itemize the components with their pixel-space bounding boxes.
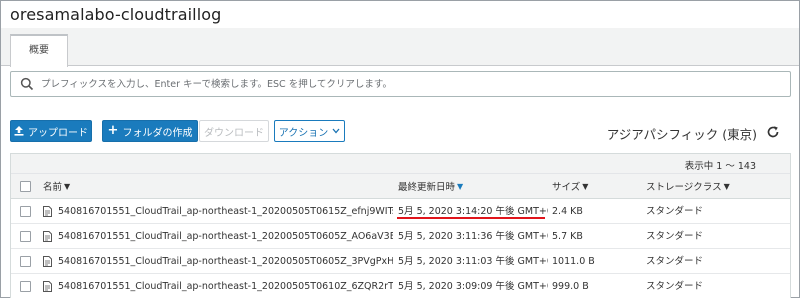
object-name: 540816701551_CloudTrail_ap-northeast-1_2… xyxy=(58,206,393,217)
column-header-last-modified[interactable]: 最終更新日時 ▼ xyxy=(398,174,548,199)
object-list: 表示中 1 〜 143 名前 ▼ 最終更新日時 ▼ サイズ ▼ ストレージクラス ▼ 5… xyxy=(10,153,791,298)
column-header-name-label: 名前 xyxy=(43,182,63,193)
storage-class-cell: スタンダード xyxy=(646,256,704,267)
actions-dropdown-label: アクション xyxy=(278,127,329,139)
upload-button-label: アップロード xyxy=(28,127,88,139)
object-name: 540816701551_CloudTrail_ap-northeast-1_2… xyxy=(58,231,393,242)
sort-arrow-active-icon: ▼ xyxy=(457,182,464,191)
storage-class-cell: スタンダード xyxy=(646,206,704,217)
region-label: アジアパシフィック (東京) xyxy=(606,127,757,142)
last-modified-cell: 5月 5, 2020 3:09:09 午後 GMT+0900 xyxy=(398,281,548,292)
highlight-underline xyxy=(397,217,545,219)
list-status-bar: 表示中 1 〜 143 xyxy=(11,154,790,174)
actions-dropdown[interactable]: アクション xyxy=(274,120,345,142)
download-button-label: ダウンロード xyxy=(204,127,264,139)
sort-arrow-icon: ▼ xyxy=(723,182,730,191)
download-button[interactable]: ダウンロード xyxy=(199,120,269,142)
column-header-storage-class-label: ストレージクラス xyxy=(646,182,722,193)
upload-button[interactable]: アップロード xyxy=(10,120,92,142)
row-checkbox[interactable] xyxy=(20,281,31,292)
search-icon xyxy=(20,77,34,91)
file-icon xyxy=(43,281,52,292)
list-header-row: 名前 ▼ 最終更新日時 ▼ サイズ ▼ ストレージクラス ▼ xyxy=(11,174,790,199)
size-cell: 2.4 KB xyxy=(552,206,583,217)
size-cell: 1011.0 B xyxy=(552,256,595,267)
object-name-link[interactable]: 540816701551_CloudTrail_ap-northeast-1_2… xyxy=(43,224,393,249)
sort-arrow-icon: ▼ xyxy=(64,182,71,191)
column-header-last-modified-label: 最終更新日時 xyxy=(398,182,456,193)
create-folder-button[interactable]: + フォルダの作成 xyxy=(102,120,198,142)
last-modified-cell: 5月 5, 2020 3:11:03 午後 GMT+0900 xyxy=(398,256,548,267)
size-cell: 5.7 KB xyxy=(552,231,583,242)
file-icon xyxy=(43,206,52,217)
column-header-size-label: サイズ xyxy=(552,182,581,193)
upload-icon xyxy=(14,126,24,136)
object-name: 540816701551_CloudTrail_ap-northeast-1_2… xyxy=(58,281,393,292)
column-header-size[interactable]: サイズ ▼ xyxy=(552,174,642,199)
column-header-storage-class[interactable]: ストレージクラス ▼ xyxy=(646,174,786,199)
table-row[interactable]: 540816701551_CloudTrail_ap-northeast-1_2… xyxy=(11,199,790,224)
tab-bar: 概要 xyxy=(1,28,799,67)
chevron-down-icon xyxy=(332,128,340,134)
storage-class-cell: スタンダード xyxy=(646,231,704,242)
object-name-link[interactable]: 540816701551_CloudTrail_ap-northeast-1_2… xyxy=(43,249,393,274)
item-count: 表示中 1 〜 143 xyxy=(684,161,756,172)
object-name: 540816701551_CloudTrail_ap-northeast-1_2… xyxy=(58,256,393,267)
prefix-search-input[interactable] xyxy=(41,75,761,93)
file-icon xyxy=(43,256,52,267)
tab-overview[interactable]: 概要 xyxy=(10,34,68,67)
refresh-icon[interactable] xyxy=(766,125,780,139)
file-icon xyxy=(43,231,52,242)
table-row[interactable]: 540816701551_CloudTrail_ap-northeast-1_2… xyxy=(11,224,790,249)
object-name-link[interactable]: 540816701551_CloudTrail_ap-northeast-1_2… xyxy=(43,274,393,298)
storage-class-cell: スタンダード xyxy=(646,281,704,292)
object-name-link[interactable]: 540816701551_CloudTrail_ap-northeast-1_2… xyxy=(43,199,393,224)
row-checkbox[interactable] xyxy=(20,231,31,242)
create-folder-button-label: フォルダの作成 xyxy=(122,127,193,139)
select-all-checkbox[interactable] xyxy=(20,181,31,192)
row-checkbox[interactable] xyxy=(20,206,31,217)
last-modified-cell: 5月 5, 2020 3:11:36 午後 GMT+0900 xyxy=(398,231,548,242)
column-header-name[interactable]: 名前 ▼ xyxy=(43,174,393,199)
last-modified-cell: 5月 5, 2020 3:14:20 午後 GMT+0900 xyxy=(398,206,548,217)
bucket-title: oresamalabo-cloudtraillog xyxy=(10,5,222,24)
sort-arrow-icon: ▼ xyxy=(582,182,589,191)
prefix-search-box[interactable] xyxy=(10,71,791,97)
plus-icon: + xyxy=(107,123,119,138)
table-row[interactable]: 540816701551_CloudTrail_ap-northeast-1_2… xyxy=(11,274,790,298)
size-cell: 999.0 B xyxy=(552,281,589,292)
row-checkbox[interactable] xyxy=(20,256,31,267)
table-row[interactable]: 540816701551_CloudTrail_ap-northeast-1_2… xyxy=(11,249,790,274)
